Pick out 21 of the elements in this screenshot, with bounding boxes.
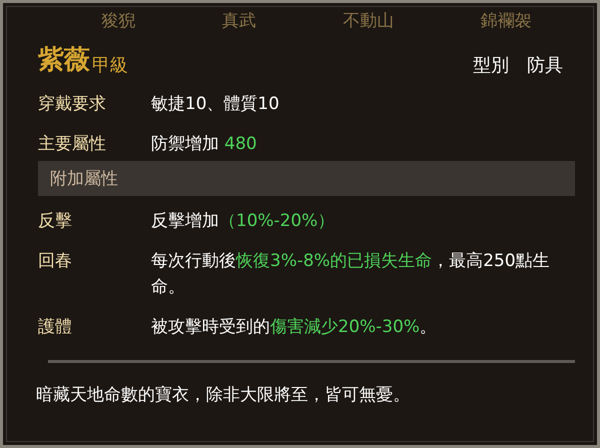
attribute-label: 回春 [38,250,73,273]
requirement-label: 穿戴要求 [38,93,107,116]
section-header: 附加屬性 [38,161,575,196]
background-label: 不動山 [342,10,394,33]
attribute-description: 每次行動後恢復3%-8%的已損失生命，最高250點生命。 [151,250,551,299]
background-label: 錦襴袈 [480,10,532,33]
item-name: 紫薇 [38,44,90,77]
attribute-label: 反擊 [38,210,73,233]
item-grade: 甲級 [92,54,128,77]
attribute-amount: 480 [224,134,257,154]
requirement-value: 敏捷10、體質10 [151,93,280,116]
attribute-value: 防禦增加 [151,134,219,154]
background-label: 狻猊 [101,10,136,33]
attribute-description: 被攻擊時受到的傷害減少20%-30%。 [151,316,438,339]
item-description: 暗藏天地命數的寶衣，除非大限將至，皆可無憂。 [36,384,411,406]
attribute-label: 護體 [38,316,73,339]
background-label: 真武 [222,10,256,33]
type-value: 防具 [527,54,563,77]
attribute-description: 反擊增加（10%-20%） [151,210,336,233]
attribute-label: 主要屬性 [38,133,107,156]
type-label: 型別 [473,54,509,77]
